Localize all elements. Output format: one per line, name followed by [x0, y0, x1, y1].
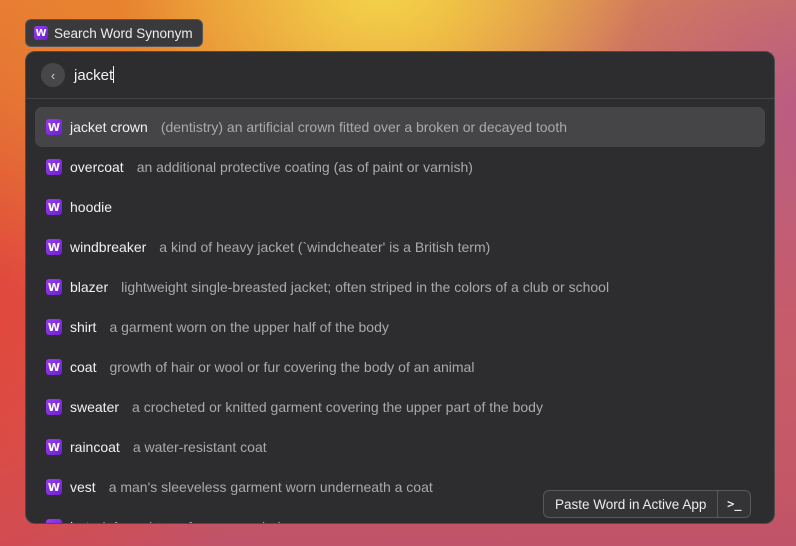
result-definition: a water-resistant coat	[132, 439, 267, 455]
w-logo-icon: W	[46, 239, 62, 255]
results-list: Wjacket crown (dentistry) an artificial c…	[26, 99, 774, 523]
result-word: bat	[70, 519, 89, 523]
w-logo-icon: W	[46, 159, 62, 175]
extension-title-chip[interactable]: W Search Word Synonym	[25, 19, 203, 47]
paste-word-button[interactable]: Paste Word in Active App	[544, 491, 719, 517]
result-definition: a man's sleeveless garment worn undernea…	[108, 479, 433, 495]
search-bar: ‹ jacket	[26, 52, 774, 99]
result-word: coat	[70, 359, 97, 375]
action-bar: Paste Word in Active App >_	[543, 490, 752, 518]
terminal-icon[interactable]: >_	[718, 491, 750, 517]
search-query: jacket	[74, 67, 114, 84]
result-word: hoodie	[70, 199, 113, 215]
result-definition: growth of hair or wool or fur covering t…	[109, 359, 475, 375]
result-row[interactable]: Wwindbreaker a kind of heavy jacket (`win…	[35, 227, 765, 267]
result-word: vest	[70, 479, 96, 495]
w-logo-icon: W	[46, 479, 62, 495]
w-logo-icon: W	[34, 26, 48, 40]
text-caret	[113, 66, 115, 83]
w-logo-icon: W	[46, 199, 62, 215]
result-word: shirt	[70, 319, 97, 335]
result-definition: an additional protective coating (as of …	[136, 159, 473, 175]
search-input[interactable]: jacket	[74, 66, 115, 84]
result-definition: informal term for a young lady	[102, 519, 287, 523]
result-row[interactable]: Wshirt a garment worn on the upper half o…	[35, 307, 765, 347]
w-logo-icon: W	[46, 119, 62, 135]
result-word: sweater	[70, 399, 120, 415]
result-row[interactable]: Wjacket crown (dentistry) an artificial c…	[35, 107, 765, 147]
extension-title: Search Word Synonym	[54, 25, 193, 41]
chevron-left-icon[interactable]: ‹	[41, 63, 65, 87]
w-logo-icon: W	[46, 319, 62, 335]
result-row[interactable]: Wblazer lightweight single-breasted jacke…	[35, 267, 765, 307]
result-row[interactable]: Wsweater a crocheted or knitted garment c…	[35, 387, 765, 427]
w-logo-icon: W	[46, 279, 62, 295]
w-logo-icon: W	[46, 439, 62, 455]
w-logo-icon: W	[46, 359, 62, 375]
result-definition: a garment worn on the upper half of the …	[109, 319, 389, 335]
result-row[interactable]: Whoodie	[35, 187, 765, 227]
result-row[interactable]: Wraincoat a water-resistant coat	[35, 427, 765, 467]
result-definition: (dentistry) an artificial crown fitted o…	[160, 119, 568, 135]
result-word: overcoat	[70, 159, 124, 175]
w-logo-icon: W	[46, 399, 62, 415]
result-word: windbreaker	[70, 239, 147, 255]
result-row[interactable]: Wcoat growth of hair or wool or fur cover…	[35, 347, 765, 387]
result-definition: lightweight single-breasted jacket; ofte…	[121, 279, 610, 295]
command-panel: ‹ jacket Wjacket crown (dentistry) an art…	[25, 51, 775, 524]
result-definition: a crocheted or knitted garment covering …	[132, 399, 543, 415]
result-word: raincoat	[70, 439, 120, 455]
result-row[interactable]: Wovercoat an additional protective coatin…	[35, 147, 765, 187]
w-logo-icon: W	[46, 519, 62, 523]
result-word: blazer	[70, 279, 109, 295]
result-definition: a kind of heavy jacket (`windcheater' is…	[159, 239, 491, 255]
result-word: jacket crown	[70, 119, 148, 135]
